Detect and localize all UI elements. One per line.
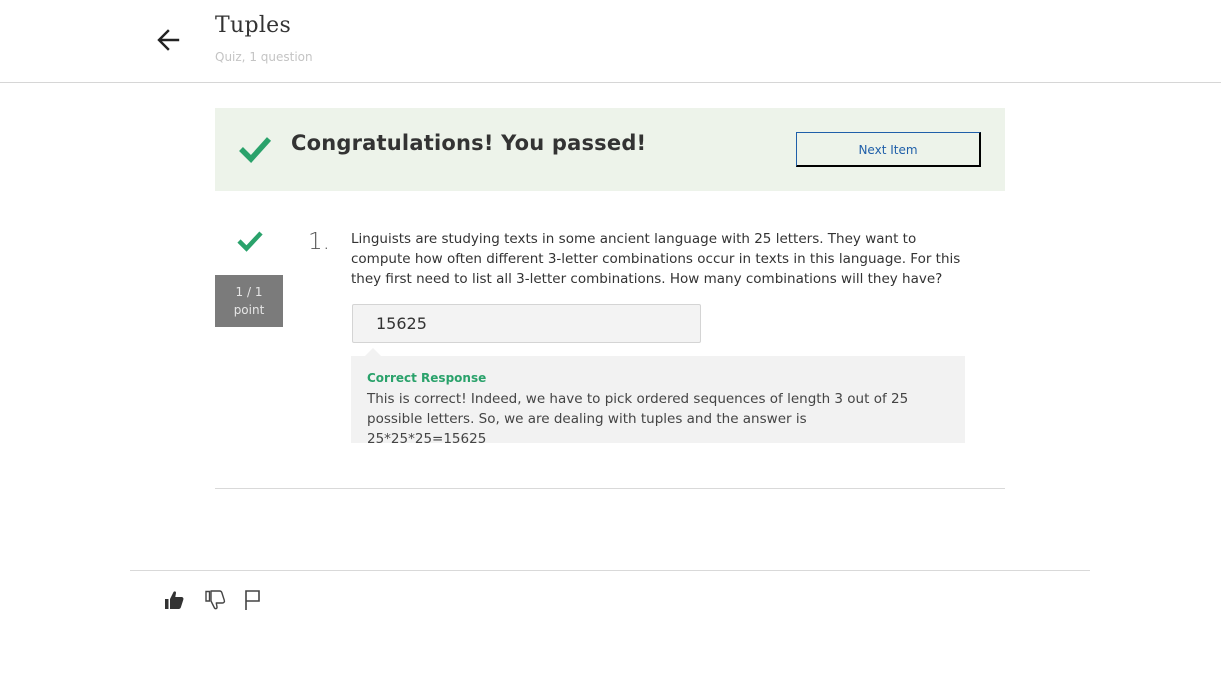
dislike-button[interactable] <box>203 588 227 612</box>
answer-input[interactable] <box>352 304 701 343</box>
result-banner: Congratulations! You passed! Next Item <box>215 108 1005 191</box>
score-badge: 1 / 1 point <box>215 275 283 327</box>
feedback-panel: Correct Response This is correct! Indeed… <box>351 348 965 447</box>
divider <box>130 570 1090 571</box>
score-value: 1 / 1 <box>235 285 263 299</box>
question-text: Linguists are studying texts in some anc… <box>351 231 961 287</box>
back-button[interactable] <box>155 26 183 54</box>
feedback-text: This is correct! Indeed, we have to pick… <box>367 391 909 447</box>
checkmark-icon <box>239 137 271 163</box>
page-header: Tuples Quiz, 1 question <box>0 0 1221 83</box>
divider <box>215 488 1005 489</box>
report-button[interactable] <box>242 588 266 612</box>
thumbs-down-icon <box>205 590 226 610</box>
question-number: 1. <box>308 229 330 255</box>
thumbs-up-icon <box>165 591 184 609</box>
page-subtitle: Quiz, 1 question <box>215 50 313 64</box>
arrow-left-icon <box>157 29 180 51</box>
score-unit: point <box>233 303 265 317</box>
like-button[interactable] <box>162 588 186 612</box>
pass-message: Congratulations! You passed! <box>291 131 647 155</box>
checkmark-icon <box>237 231 263 252</box>
next-item-button[interactable]: Next Item <box>796 132 981 167</box>
flag-icon <box>245 590 260 610</box>
page-title: Tuples <box>215 13 292 38</box>
feedback-title: Correct Response <box>367 371 487 385</box>
